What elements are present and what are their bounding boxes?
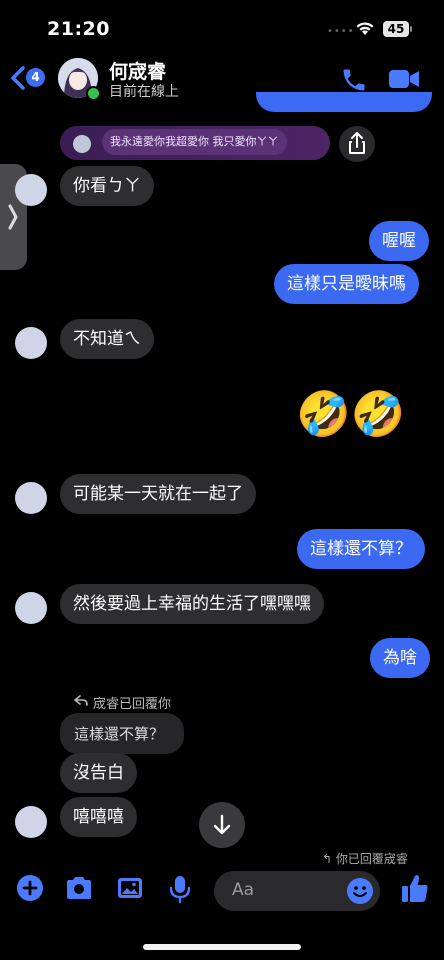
video-call-icon[interactable]	[388, 66, 420, 92]
gallery-icon[interactable]	[116, 874, 144, 902]
reply-status-text: 你已回覆宬睿	[335, 852, 408, 866]
reply-arrow-icon	[74, 695, 88, 706]
camera-icon[interactable]	[64, 874, 94, 902]
microphone-icon[interactable]	[168, 874, 192, 904]
incoming-message[interactable]: 可能某一天就在一起了	[60, 474, 256, 514]
previous-outgoing-bubble	[256, 92, 432, 112]
share-icon	[349, 132, 365, 154]
message-input-placeholder: Aa	[232, 880, 255, 900]
phone-call-icon[interactable]	[340, 66, 368, 94]
scroll-to-bottom-button[interactable]	[199, 802, 245, 848]
emoji-icon[interactable]	[346, 877, 374, 905]
online-indicator	[86, 86, 101, 101]
contact-status: 目前在線上	[109, 84, 179, 100]
incoming-message[interactable]: 嘻嘻嘻	[60, 797, 137, 837]
share-button[interactable]	[339, 126, 375, 162]
sender-avatar[interactable]	[15, 592, 47, 624]
unread-badge[interactable]: 4	[26, 68, 45, 87]
outgoing-message[interactable]: 喔喔	[369, 221, 429, 261]
wifi-icon	[356, 22, 374, 35]
battery-level: 45	[383, 21, 409, 37]
outgoing-message[interactable]: 這樣還不算？	[297, 529, 425, 569]
sender-avatar[interactable]	[15, 482, 47, 514]
outgoing-message[interactable]: 為啥	[370, 638, 430, 678]
reply-status-note: ↰ 你已回覆宬睿	[322, 852, 408, 866]
incoming-message[interactable]: 不知道ㄟ	[60, 319, 154, 359]
contact-name[interactable]: 何宬睿	[109, 57, 166, 84]
arrow-down-icon	[213, 814, 231, 835]
shared-message-text: 我永遠愛你我超愛你 我只愛你ㄚㄚ	[102, 129, 287, 155]
thumbs-up-icon[interactable]	[400, 872, 430, 904]
plus-icon[interactable]	[16, 874, 44, 902]
incoming-message[interactable]: 你看ㄅㄚ	[60, 166, 154, 206]
signal-dots: ••••	[327, 26, 355, 37]
home-indicator	[143, 944, 301, 950]
status-time: 21:20	[47, 18, 110, 40]
outgoing-message[interactable]: 這樣只是曖昧嗎	[274, 264, 419, 304]
incoming-message[interactable]: 沒告白	[60, 753, 137, 793]
reply-indicator: 宬睿已回覆你	[93, 697, 172, 712]
emoji-message[interactable]: 🤣🤣	[296, 388, 406, 442]
sender-avatar[interactable]	[15, 327, 47, 359]
sender-avatar[interactable]	[15, 806, 47, 838]
shared-avatar	[73, 135, 91, 153]
incoming-message[interactable]: 然後要過上幸福的生活了嘿嘿嘿	[60, 584, 324, 624]
battery-tip	[410, 26, 412, 32]
back-chevron-icon[interactable]	[8, 64, 28, 92]
sender-avatar[interactable]	[15, 174, 47, 206]
quoted-message[interactable]: 這樣還不算？	[60, 713, 184, 754]
